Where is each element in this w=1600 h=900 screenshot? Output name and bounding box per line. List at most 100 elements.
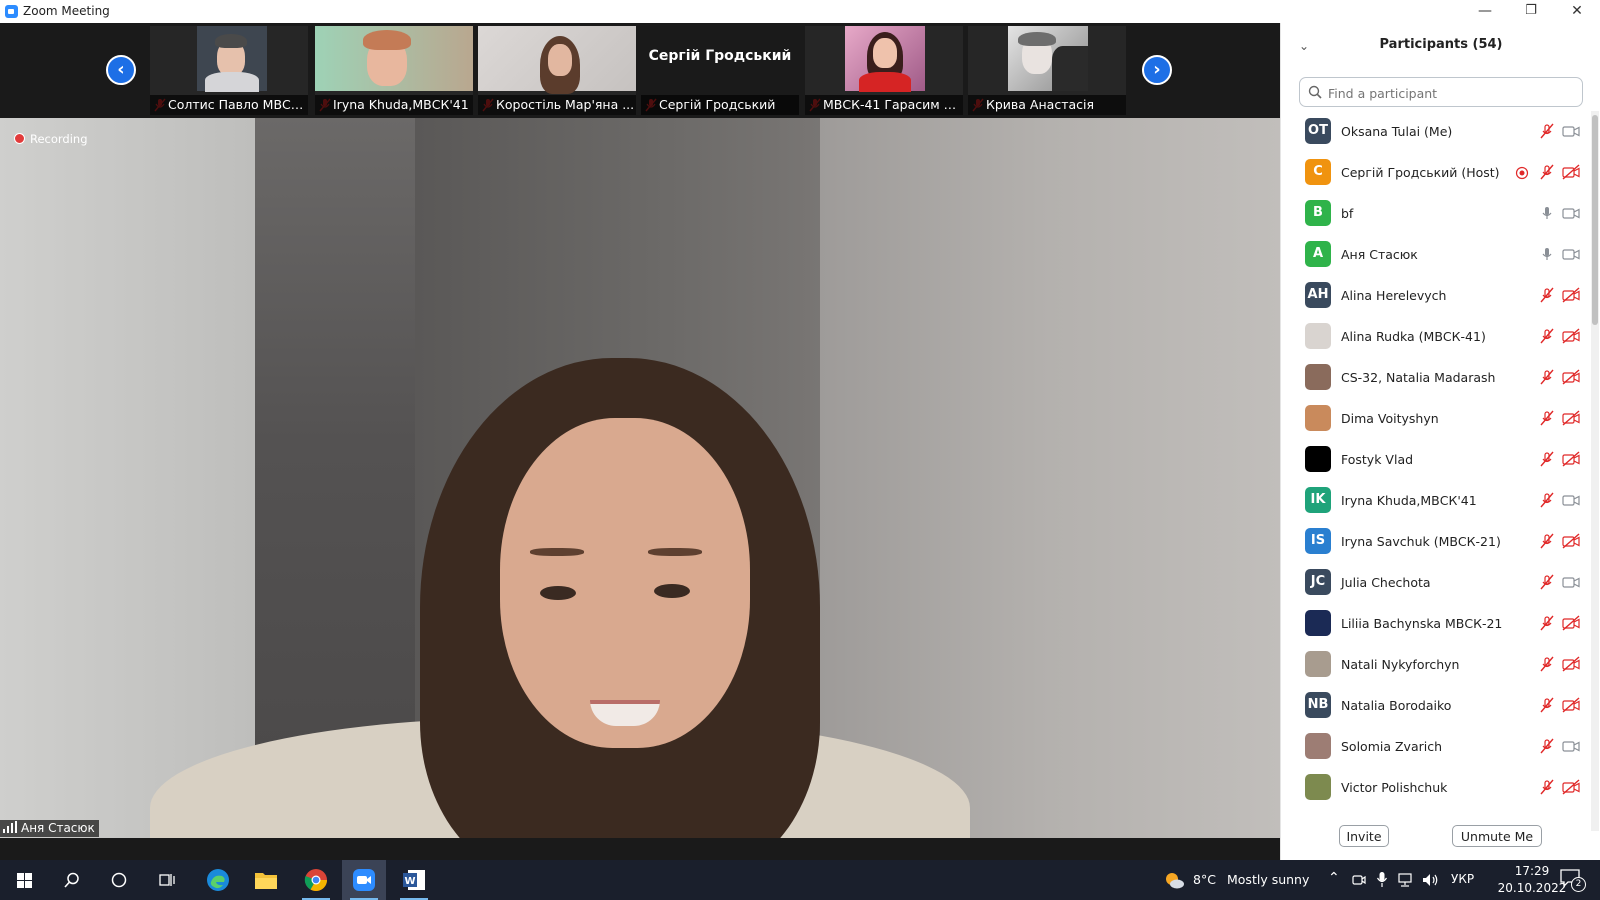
network-icon[interactable] [1398,872,1416,888]
thumbnail-0[interactable]: Солтис Павло МВСК... [150,26,308,115]
participant-row[interactable]: Solomia Zvarich [1281,726,1591,767]
video-off-icon[interactable] [1562,410,1580,426]
zoom-taskbar-button[interactable] [342,860,386,900]
participants-header: ⌄ Participants (54) [1281,23,1600,69]
chrome-taskbar-button[interactable] [294,860,338,900]
tray-chevron-up-icon[interactable]: ⌃ [1328,870,1340,886]
close-button[interactable]: ✕ [1554,0,1600,23]
video-on-icon[interactable] [1562,123,1580,139]
volume-icon[interactable] [1422,872,1440,888]
edge-taskbar-button[interactable] [196,860,240,900]
participant-row[interactable]: Alina Rudka (МВСК-41) [1281,316,1591,357]
video-off-icon[interactable] [1562,164,1580,180]
restore-button[interactable]: ❐ [1508,0,1554,23]
participant-search-box[interactable] [1299,77,1583,107]
weather-description[interactable]: Mostly sunny [1227,872,1309,887]
thumbnail-1[interactable]: Iryna Khuda,МВСК'41 [315,26,473,115]
recording-dot-icon [14,133,25,144]
mic-muted-icon[interactable] [1539,492,1555,508]
participant-row[interactable]: С Сергій Гродський (Host) [1281,152,1591,193]
mic-muted-icon[interactable] [1539,410,1555,426]
video-off-icon[interactable] [1562,328,1580,344]
next-page-button[interactable]: › [1142,55,1172,85]
cortana-button[interactable] [97,860,141,900]
participant-row[interactable]: Bbf [1281,193,1591,234]
task-view-button[interactable] [145,860,189,900]
taskbar-search-button[interactable] [50,860,94,900]
edge-browser-icon [207,869,229,891]
meet-now-icon[interactable] [1352,872,1366,888]
participant-avatar: B [1305,200,1331,226]
video-off-icon[interactable] [1562,287,1580,303]
mic-muted-icon[interactable] [1539,779,1555,795]
participant-row[interactable]: IK Iryna Khuda,МВСК'41 [1281,480,1591,521]
main-speaker-video[interactable] [0,118,1280,838]
video-off-icon[interactable] [1562,533,1580,549]
notification-center-button[interactable]: 2 [1560,869,1586,892]
mic-muted-icon[interactable] [1539,656,1555,672]
mic-muted-icon[interactable] [1539,164,1555,180]
participant-row[interactable]: Dima Voityshyn [1281,398,1591,439]
minimize-button[interactable]: — [1462,0,1508,23]
weather-temperature[interactable]: 8°C [1193,872,1216,887]
thumbnail-name: Iryna Khuda,МВСК'41 [315,95,473,115]
participant-row[interactable]: OT Oksana Tulai (Me) [1281,111,1591,152]
participant-video [197,26,267,92]
participant-row[interactable]: IS Iryna Savchuk (МВСК-21) [1281,521,1591,562]
thumbnail-4[interactable]: МВСК-41 Гарасим Л... [805,26,963,115]
participant-search-input[interactable] [1326,83,1578,103]
scrollbar-thumb[interactable] [1592,115,1598,325]
participant-row[interactable]: Victor Polishchuk [1281,767,1591,808]
video-on-icon[interactable] [1562,492,1580,508]
previous-page-button[interactable]: ‹ [106,55,136,85]
participant-row[interactable]: А Аня Стасюк [1281,234,1591,275]
participant-row[interactable]: CS-32, Natalia Madarash [1281,357,1591,398]
word-app-icon: W [403,870,425,890]
word-taskbar-button[interactable]: W [392,860,436,900]
mic-muted-icon[interactable] [1539,533,1555,549]
thumbnail-3[interactable]: Сергій Гродський Сергій Гродський [641,26,799,115]
windows-logo-icon [17,873,32,888]
participant-row[interactable]: Liliia Bachynska МВСК-21 [1281,603,1591,644]
mic-muted-icon[interactable] [1539,574,1555,590]
mic-muted-icon[interactable] [1539,369,1555,385]
video-on-icon[interactable] [1562,205,1580,221]
participant-row[interactable]: Fostyk Vlad [1281,439,1591,480]
video-on-icon[interactable] [1562,574,1580,590]
mic-muted-icon[interactable] [1539,287,1555,303]
participant-row[interactable]: Natali Nykyforchyn [1281,644,1591,685]
video-off-icon[interactable] [1562,615,1580,631]
mic-muted-icon[interactable] [1539,123,1555,139]
start-button[interactable] [2,860,46,900]
participant-name: Alina Rudka (МВСК-41) [1341,329,1486,344]
invite-button[interactable]: Invite [1339,825,1389,847]
mic-on-icon[interactable] [1539,205,1555,221]
participant-avatar [1305,323,1331,349]
mic-muted-icon[interactable] [1539,697,1555,713]
mic-muted-icon[interactable] [1539,615,1555,631]
participant-row[interactable]: JC Julia Chechota [1281,562,1591,603]
participant-name: Fostyk Vlad [1341,452,1414,467]
clock-time[interactable]: 17:29 [1502,864,1562,878]
video-on-icon[interactable] [1562,738,1580,754]
video-on-icon[interactable] [1562,246,1580,262]
mic-muted-icon[interactable] [1539,451,1555,467]
unmute-me-button[interactable]: Unmute Me [1452,825,1542,847]
thumbnail-5[interactable]: Крива Анастасія [968,26,1126,115]
thumbnail-2[interactable]: Коростіль Мар'яна ... [478,26,636,115]
video-off-icon[interactable] [1562,369,1580,385]
file-explorer-taskbar-button[interactable] [244,860,288,900]
video-off-icon[interactable] [1562,697,1580,713]
participant-avatar [1305,651,1331,677]
microphone-in-use-icon[interactable] [1376,871,1388,888]
video-off-icon[interactable] [1562,656,1580,672]
mic-muted-icon[interactable] [1539,328,1555,344]
mic-muted-icon[interactable] [1539,738,1555,754]
participant-row[interactable]: NB Natalia Borodaiko [1281,685,1591,726]
participant-row[interactable]: AH Alina Herelevych [1281,275,1591,316]
video-off-icon[interactable] [1562,779,1580,795]
video-off-icon[interactable] [1562,451,1580,467]
participant-list-scrollbar[interactable] [1591,111,1599,831]
input-language-indicator[interactable]: УКР [1451,872,1474,886]
mic-on-icon[interactable] [1539,246,1555,262]
